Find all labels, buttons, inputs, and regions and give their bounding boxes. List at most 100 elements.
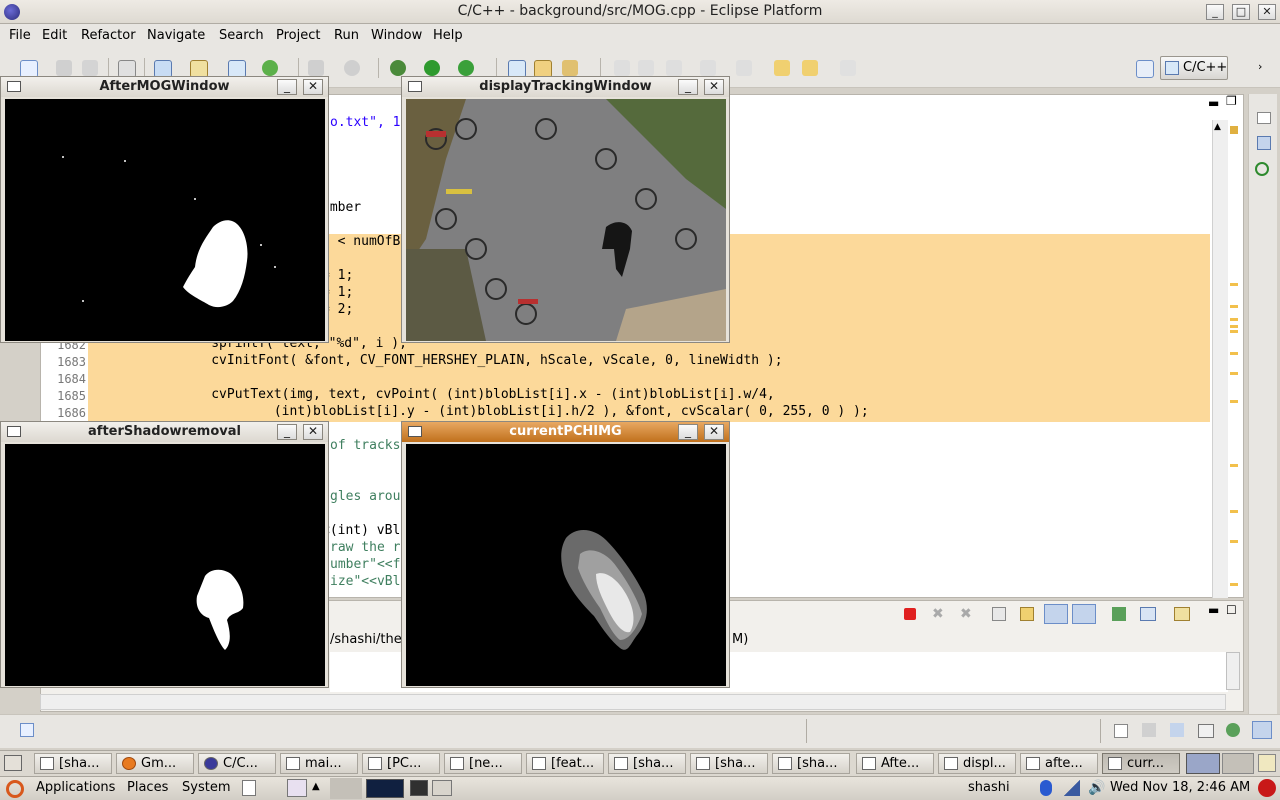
- menu-edit[interactable]: Edit: [42, 28, 67, 43]
- task-gmail[interactable]: Gm...: [116, 753, 194, 774]
- save-icon[interactable]: [56, 60, 72, 76]
- minimize-button[interactable]: _: [678, 424, 698, 440]
- console-view-icon[interactable]: [1252, 721, 1272, 739]
- task-sha-4[interactable]: [sha...: [772, 753, 850, 774]
- trash-icon[interactable]: [1258, 754, 1276, 772]
- clear-console-icon[interactable]: [992, 607, 1006, 621]
- back-arrow-icon[interactable]: [802, 60, 818, 76]
- maximize-editor-icon[interactable]: ❐: [1226, 94, 1237, 108]
- scroll-up-arrow-icon[interactable]: ▲: [1214, 122, 1221, 132]
- task-afteshadow[interactable]: afte...: [1020, 753, 1098, 774]
- menu-project[interactable]: Project: [276, 28, 320, 43]
- show-console-icon[interactable]: [1044, 604, 1068, 624]
- cv-window-title-bar[interactable]: displayTrackingWindow _ ✕: [402, 77, 729, 97]
- perspective-cpp-button[interactable]: C/C++: [1160, 56, 1228, 80]
- minimize-editor-icon[interactable]: ▬: [1208, 96, 1219, 110]
- outline-icon[interactable]: [1257, 136, 1271, 150]
- menu-run[interactable]: Run: [334, 28, 359, 43]
- prev-annotation-icon[interactable]: [736, 60, 752, 76]
- task-ne[interactable]: [ne...: [444, 753, 522, 774]
- make-target-icon[interactable]: [1255, 162, 1269, 176]
- next-annotation-icon[interactable]: [700, 60, 716, 76]
- remove-launch-icon[interactable]: ✖: [932, 606, 944, 622]
- show-desktop-icon[interactable]: [4, 755, 22, 771]
- close-button[interactable]: ✕: [704, 79, 724, 95]
- fast-view-icon[interactable]: [20, 723, 34, 737]
- maximize-console-icon[interactable]: ☐: [1226, 603, 1237, 617]
- restore-icon[interactable]: [1257, 112, 1271, 124]
- menu-help[interactable]: Help: [433, 28, 463, 43]
- task-display[interactable]: displ...: [938, 753, 1016, 774]
- network-signal-icon[interactable]: [1064, 780, 1080, 796]
- cv-window-display-tracking[interactable]: displayTrackingWindow _ ✕: [401, 76, 730, 343]
- remove-all-icon[interactable]: ✖: [960, 606, 972, 622]
- cv-window-title-bar[interactable]: AfterMOGWindow _ ✕: [1, 77, 328, 97]
- monitor-launcher-icon[interactable]: [287, 779, 307, 797]
- chevron-right-icon[interactable]: ›: [1258, 60, 1274, 76]
- menu-file[interactable]: File: [9, 28, 31, 43]
- run-icon[interactable]: [424, 60, 440, 76]
- restore-view-icon[interactable]: [1114, 724, 1128, 738]
- volume-icon[interactable]: 🔊: [1088, 780, 1105, 796]
- workspace-2[interactable]: [1222, 753, 1254, 774]
- close-button[interactable]: ✕: [704, 424, 724, 440]
- last-edit-icon[interactable]: [774, 60, 790, 76]
- menu-refactor[interactable]: Refactor: [81, 28, 136, 43]
- properties-icon[interactable]: [1226, 723, 1240, 737]
- cv-window-title-bar[interactable]: afterShadowremoval _ ✕: [1, 422, 328, 442]
- pin-console-icon[interactable]: [1112, 607, 1126, 621]
- tasks-icon[interactable]: [1198, 724, 1214, 738]
- cv-window-after-shadow-removal[interactable]: afterShadowremoval _ ✕: [0, 421, 329, 688]
- task-aftermog[interactable]: Afte...: [856, 753, 934, 774]
- display-console-icon[interactable]: [1140, 607, 1156, 621]
- toggle-icon[interactable]: [638, 60, 654, 76]
- target-icon[interactable]: [344, 60, 360, 76]
- minimize-button[interactable]: _: [1206, 4, 1224, 20]
- places-menu[interactable]: Places: [127, 780, 168, 795]
- forward-arrow-icon[interactable]: [840, 60, 856, 76]
- maximize-button[interactable]: □: [1232, 4, 1250, 20]
- save-all-icon[interactable]: [82, 60, 98, 76]
- tool-icon[interactable]: [308, 60, 324, 76]
- minimize-button[interactable]: _: [277, 424, 297, 440]
- menu-search[interactable]: Search: [219, 28, 264, 43]
- clock[interactable]: Wed Nov 18, 2:46 AM: [1110, 780, 1250, 795]
- annotation-icon[interactable]: [614, 60, 630, 76]
- bluetooth-icon[interactable]: [1040, 780, 1052, 796]
- close-button[interactable]: ✕: [303, 424, 323, 440]
- task-mai[interactable]: mai...: [280, 753, 358, 774]
- close-button[interactable]: ✕: [303, 79, 323, 95]
- minimize-console-icon[interactable]: ▬: [1208, 603, 1219, 617]
- cv-window-title-bar[interactable]: currentPCHIMG _ ✕: [402, 422, 729, 442]
- launcher-arrow-icon[interactable]: ▲: [312, 781, 320, 792]
- problems-icon[interactable]: [1170, 723, 1184, 737]
- task-sha-3[interactable]: [sha...: [690, 753, 768, 774]
- task-eclipse[interactable]: C/C...: [198, 753, 276, 774]
- workspace-switcher[interactable]: [1186, 753, 1220, 774]
- search-icon[interactable]: [562, 60, 578, 76]
- refresh-icon[interactable]: [262, 60, 278, 76]
- text-editor-launcher-icon[interactable]: [242, 780, 256, 796]
- scroll-lock-icon[interactable]: [1020, 607, 1034, 621]
- power-icon[interactable]: [1258, 779, 1276, 797]
- user-name[interactable]: shashi: [968, 780, 1010, 795]
- menu-navigate[interactable]: Navigate: [147, 28, 205, 43]
- applications-menu[interactable]: Applications: [36, 780, 115, 795]
- debug-icon[interactable]: [390, 60, 406, 76]
- task-current-pchimg[interactable]: curr...: [1102, 753, 1180, 774]
- minimize-button[interactable]: _: [678, 79, 698, 95]
- mark-icon[interactable]: [666, 60, 682, 76]
- screenshot-launcher-icon[interactable]: [432, 780, 452, 796]
- cv-window-current-pchimg[interactable]: currentPCHIMG _ ✕: [401, 421, 730, 688]
- show-error-icon[interactable]: [1072, 604, 1096, 624]
- system-menu[interactable]: System: [182, 780, 230, 795]
- console-vertical-scrollbar[interactable]: [1226, 652, 1240, 690]
- terminal-launcher-icon[interactable]: [410, 780, 428, 796]
- task-sha-2[interactable]: [sha...: [608, 753, 686, 774]
- console-horizontal-scrollbar[interactable]: [40, 694, 1226, 710]
- open-console-icon[interactable]: [1174, 607, 1190, 621]
- task-feat[interactable]: [feat...: [526, 753, 604, 774]
- task-pc[interactable]: [PC...: [362, 753, 440, 774]
- task-terminal[interactable]: [sha...: [34, 753, 112, 774]
- open-perspective-icon[interactable]: [1136, 60, 1154, 78]
